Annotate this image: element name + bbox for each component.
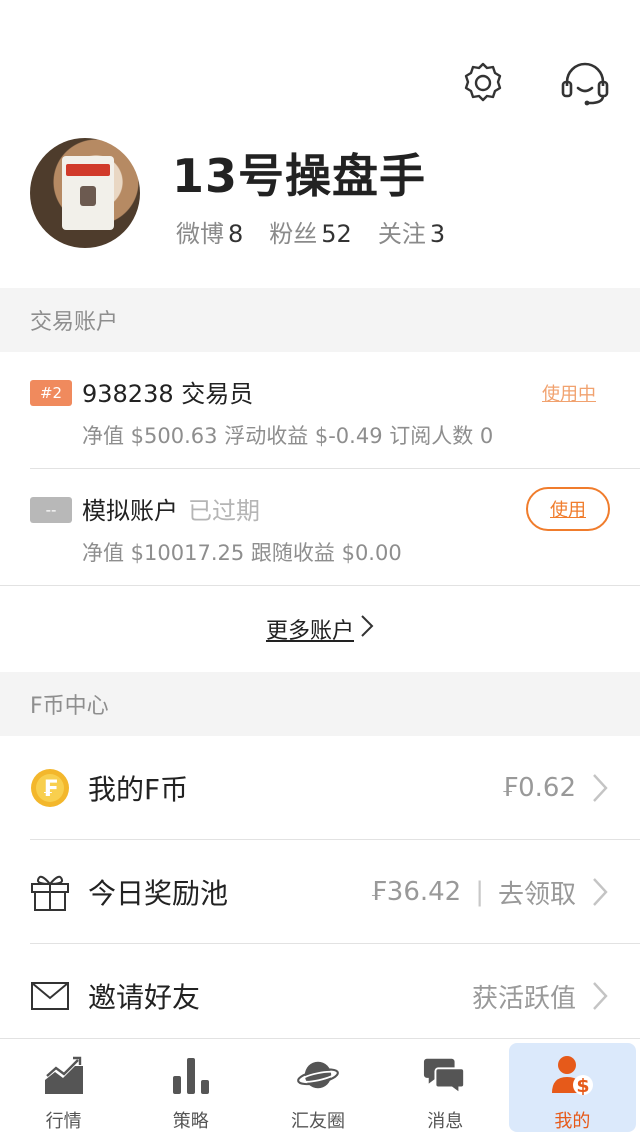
coin-icon: ₣ [30,768,70,808]
separator: | [475,877,484,907]
user-dollar-icon: $ [550,1053,594,1097]
account-title: 模拟账户 已过期 [82,491,260,526]
row-label: 我的F币 [88,773,189,806]
top-actions [458,58,610,108]
bottom-tab-bar: 行情 策略 汇友圈 消息 $ 我的 [0,1038,640,1136]
gift-icon [30,872,70,912]
row-right: ₣36.42 | 去领取 [370,874,610,911]
account-summary: 净值 $500.63 浮动收益 $-0.49 订阅人数 0 [82,424,494,448]
row-right: ₣0.62 [502,772,610,804]
row-label: 今日奖励池 [88,877,229,910]
tab-messages[interactable]: 消息 [382,1039,509,1136]
account-in-use-label: 使用中 [542,384,596,405]
account-title: 938238 交易员 [82,374,253,409]
profile-header: 13号操盘手 微博 8 粉丝 52 关注 3 [30,138,610,250]
more-accounts-link[interactable]: 更多账户 [0,612,640,646]
account-item[interactable]: -- 模拟账户 已过期 净值 $10017.25 跟随收益 $0.00 使用 [30,469,610,585]
stat-fans[interactable]: 粉丝 52 [269,214,352,249]
row-label: 邀请好友 [88,981,201,1014]
tab-market[interactable]: 行情 [0,1039,127,1136]
more-accounts-label: 更多账户 [265,619,354,644]
stat-weibo[interactable]: 微博 8 [176,214,243,249]
account-badge: #2 [30,380,72,406]
tab-label: 消息 [427,1111,464,1132]
svg-text:₣: ₣ [42,777,57,802]
chevron-right-icon [360,614,374,644]
chevron-right-icon [590,876,610,908]
account-name: 模拟账户 [82,497,178,525]
account-item[interactable]: #2 938238 交易员 净值 $500.63 浮动收益 $-0.49 订阅人… [30,352,610,468]
chevron-right-icon [590,980,610,1012]
account-expired-label: 已过期 [188,497,260,525]
claim-reward-link[interactable]: 去领取 [498,874,576,911]
svg-text:$: $ [577,1075,590,1097]
profile-stats: 微博 8 粉丝 52 关注 3 [176,214,445,249]
tab-strategy[interactable]: 策略 [127,1039,254,1136]
tab-community[interactable]: 汇友圈 [254,1039,381,1136]
fcoin-balance: ₣0.62 [501,773,576,803]
divider [0,585,640,586]
account-badge: -- [30,497,72,523]
tab-label: 策略 [172,1111,209,1132]
avatar[interactable] [30,138,140,248]
bar-chart-icon [169,1053,213,1097]
account-name: 938238 交易员 [82,380,254,408]
planet-icon [296,1053,340,1097]
chevron-right-icon [590,772,610,804]
invite-friends-row[interactable]: 邀请好友 获活跃值 [30,944,610,1048]
row-right: 获活跃值 [472,978,610,1015]
account-summary: 净值 $10017.25 跟随收益 $0.00 [82,541,402,565]
tab-me[interactable]: $ 我的 [508,1043,637,1132]
gear-icon[interactable] [458,58,508,108]
tab-label: 汇友圈 [291,1111,345,1132]
envelope-icon [30,976,70,1016]
reward-pool-amount: ₣36.42 [370,877,462,907]
stat-following[interactable]: 关注 3 [378,214,445,249]
market-chart-icon [42,1053,86,1097]
reward-pool-row[interactable]: 今日奖励池 ₣36.42 | 去领取 [30,840,610,944]
user-name: 13号操盘手 [172,149,427,203]
invite-reward-label: 获活跃值 [471,983,576,1014]
tab-label: 我的 [554,1111,591,1132]
chat-bubbles-icon [423,1053,467,1097]
headset-icon[interactable] [560,58,610,108]
my-fcoin-row[interactable]: ₣ 我的F币 ₣0.62 [30,736,610,840]
section-header-accounts: 交易账户 [0,288,640,352]
use-account-button[interactable]: 使用 [526,487,610,531]
section-header-fcoin: F币中心 [0,672,640,736]
tab-label: 行情 [45,1111,82,1132]
